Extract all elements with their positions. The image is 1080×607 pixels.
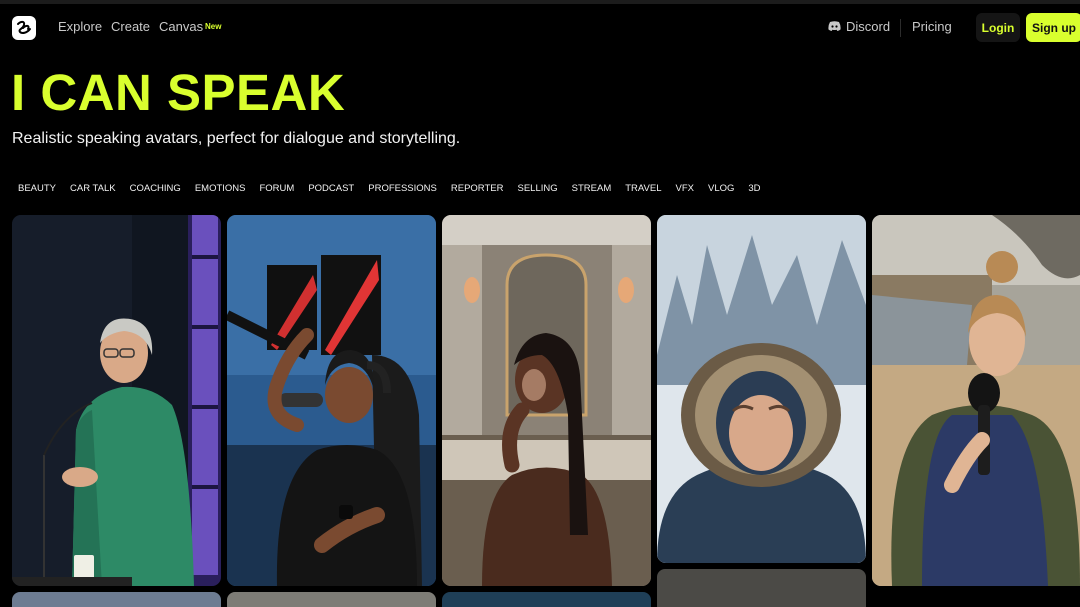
category-tab-forum[interactable]: FORUM (252, 178, 301, 200)
bathroom-image (442, 215, 651, 586)
category-tab-selling[interactable]: SELLING (511, 178, 565, 200)
top-navigation: Explore Create Canvas New Discord Pricin… (0, 4, 1080, 52)
reporter-image (872, 215, 1080, 586)
nav-explore-link[interactable]: Explore (58, 19, 102, 34)
gallery-card-row2-1[interactable] (12, 592, 221, 607)
gallery-card-speaker[interactable] (12, 215, 221, 586)
logo-icon[interactable] (12, 16, 36, 40)
nav-create-link[interactable]: Create (111, 19, 150, 34)
category-tab-3d[interactable]: 3D (741, 178, 767, 200)
nav-divider (900, 19, 901, 37)
gallery-card-row2-4[interactable] (657, 569, 866, 607)
discord-link[interactable]: Discord (828, 19, 890, 34)
category-tab-car-talk[interactable]: CAR TALK (63, 178, 123, 200)
category-tab-stream[interactable]: STREAM (565, 178, 619, 200)
login-button[interactable]: Login (976, 13, 1020, 42)
category-tab-vlog[interactable]: VLOG (701, 178, 741, 200)
page-subtitle: Realistic speaking avatars, perfect for … (12, 130, 461, 147)
signup-button[interactable]: Sign up (1026, 13, 1080, 42)
gallery-card-snow[interactable] (657, 215, 866, 563)
category-tab-reporter[interactable]: REPORTER (444, 178, 511, 200)
category-tabs: BEAUTY CAR TALK COACHING EMOTIONS FORUM … (11, 178, 768, 200)
category-tab-emotions[interactable]: EMOTIONS (188, 178, 253, 200)
speaker-image (12, 215, 221, 586)
snow-image (657, 215, 866, 563)
nav-canvas-link[interactable]: Canvas (159, 19, 203, 34)
category-tab-travel[interactable]: TRAVEL (618, 178, 668, 200)
discord-icon (828, 19, 846, 34)
discord-label: Discord (846, 19, 891, 34)
gallery-card-row2-2[interactable] (227, 592, 436, 607)
pricing-link[interactable]: Pricing (912, 19, 952, 34)
category-tab-coaching[interactable]: COACHING (123, 178, 188, 200)
category-tab-professions[interactable]: PROFESSIONS (361, 178, 444, 200)
gallery-card-bathroom[interactable] (442, 215, 651, 586)
page-title: I CAN SPEAK (11, 64, 346, 121)
gallery-card-podcaster[interactable] (227, 215, 436, 586)
category-tab-podcast[interactable]: PODCAST (301, 178, 361, 200)
category-tab-vfx[interactable]: VFX (669, 178, 701, 200)
gallery-card-reporter[interactable] (872, 215, 1080, 586)
new-badge: New (205, 22, 222, 31)
podcaster-image (227, 215, 436, 586)
gallery-card-row2-3[interactable] (442, 592, 651, 607)
category-tab-beauty[interactable]: BEAUTY (11, 178, 63, 200)
